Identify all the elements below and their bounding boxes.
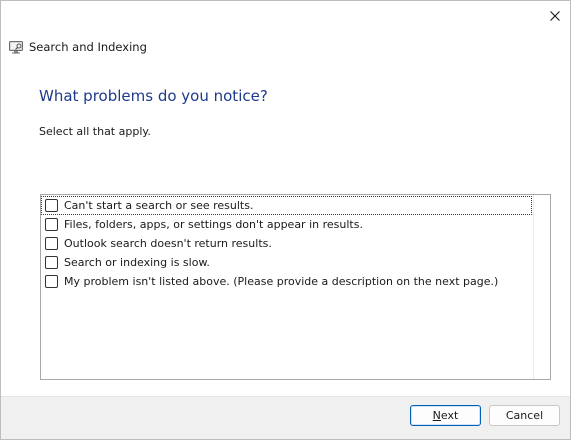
problem-checkbox[interactable] <box>45 218 58 231</box>
problem-item-3[interactable]: Search or indexing is slow. <box>41 253 210 272</box>
dialog-title: Search and Indexing <box>29 40 147 54</box>
problem-checkbox[interactable] <box>45 275 58 288</box>
problem-checkbox[interactable] <box>45 237 58 250</box>
next-button[interactable]: Next <box>410 405 481 426</box>
dialog-header: Search and Indexing <box>9 39 147 55</box>
problem-label: Outlook search doesn't return results. <box>64 237 272 250</box>
problem-label: My problem isn't listed above. (Please p… <box>64 275 499 288</box>
instruction-text: Select all that apply. <box>39 125 151 138</box>
list-scrollbar[interactable] <box>533 195 550 379</box>
next-accelerator: N <box>432 409 441 422</box>
problem-item-4[interactable]: My problem isn't listed above. (Please p… <box>41 272 498 291</box>
cancel-button[interactable]: Cancel <box>489 405 560 426</box>
problem-item-0[interactable]: Can't start a search or see results. <box>41 196 532 215</box>
problem-checkbox[interactable] <box>45 199 58 212</box>
dialog-footer: Next Cancel <box>1 396 570 439</box>
dialog-window: Search and Indexing What problems do you… <box>0 0 571 440</box>
problem-item-1[interactable]: Files, folders, apps, or settings don't … <box>41 215 363 234</box>
problem-label: Can't start a search or see results. <box>64 199 254 212</box>
problem-item-2[interactable]: Outlook search doesn't return results. <box>41 234 272 253</box>
close-icon <box>550 11 560 21</box>
problem-checkbox[interactable] <box>45 256 58 269</box>
page-heading: What problems do you notice? <box>39 87 268 105</box>
next-label: ext <box>440 409 459 422</box>
problem-label: Search or indexing is slow. <box>64 256 210 269</box>
close-button[interactable] <box>540 1 570 31</box>
problem-label: Files, folders, apps, or settings don't … <box>64 218 363 231</box>
troubleshooter-icon <box>9 40 23 53</box>
problem-list: Can't start a search or see results. Fil… <box>40 194 551 380</box>
